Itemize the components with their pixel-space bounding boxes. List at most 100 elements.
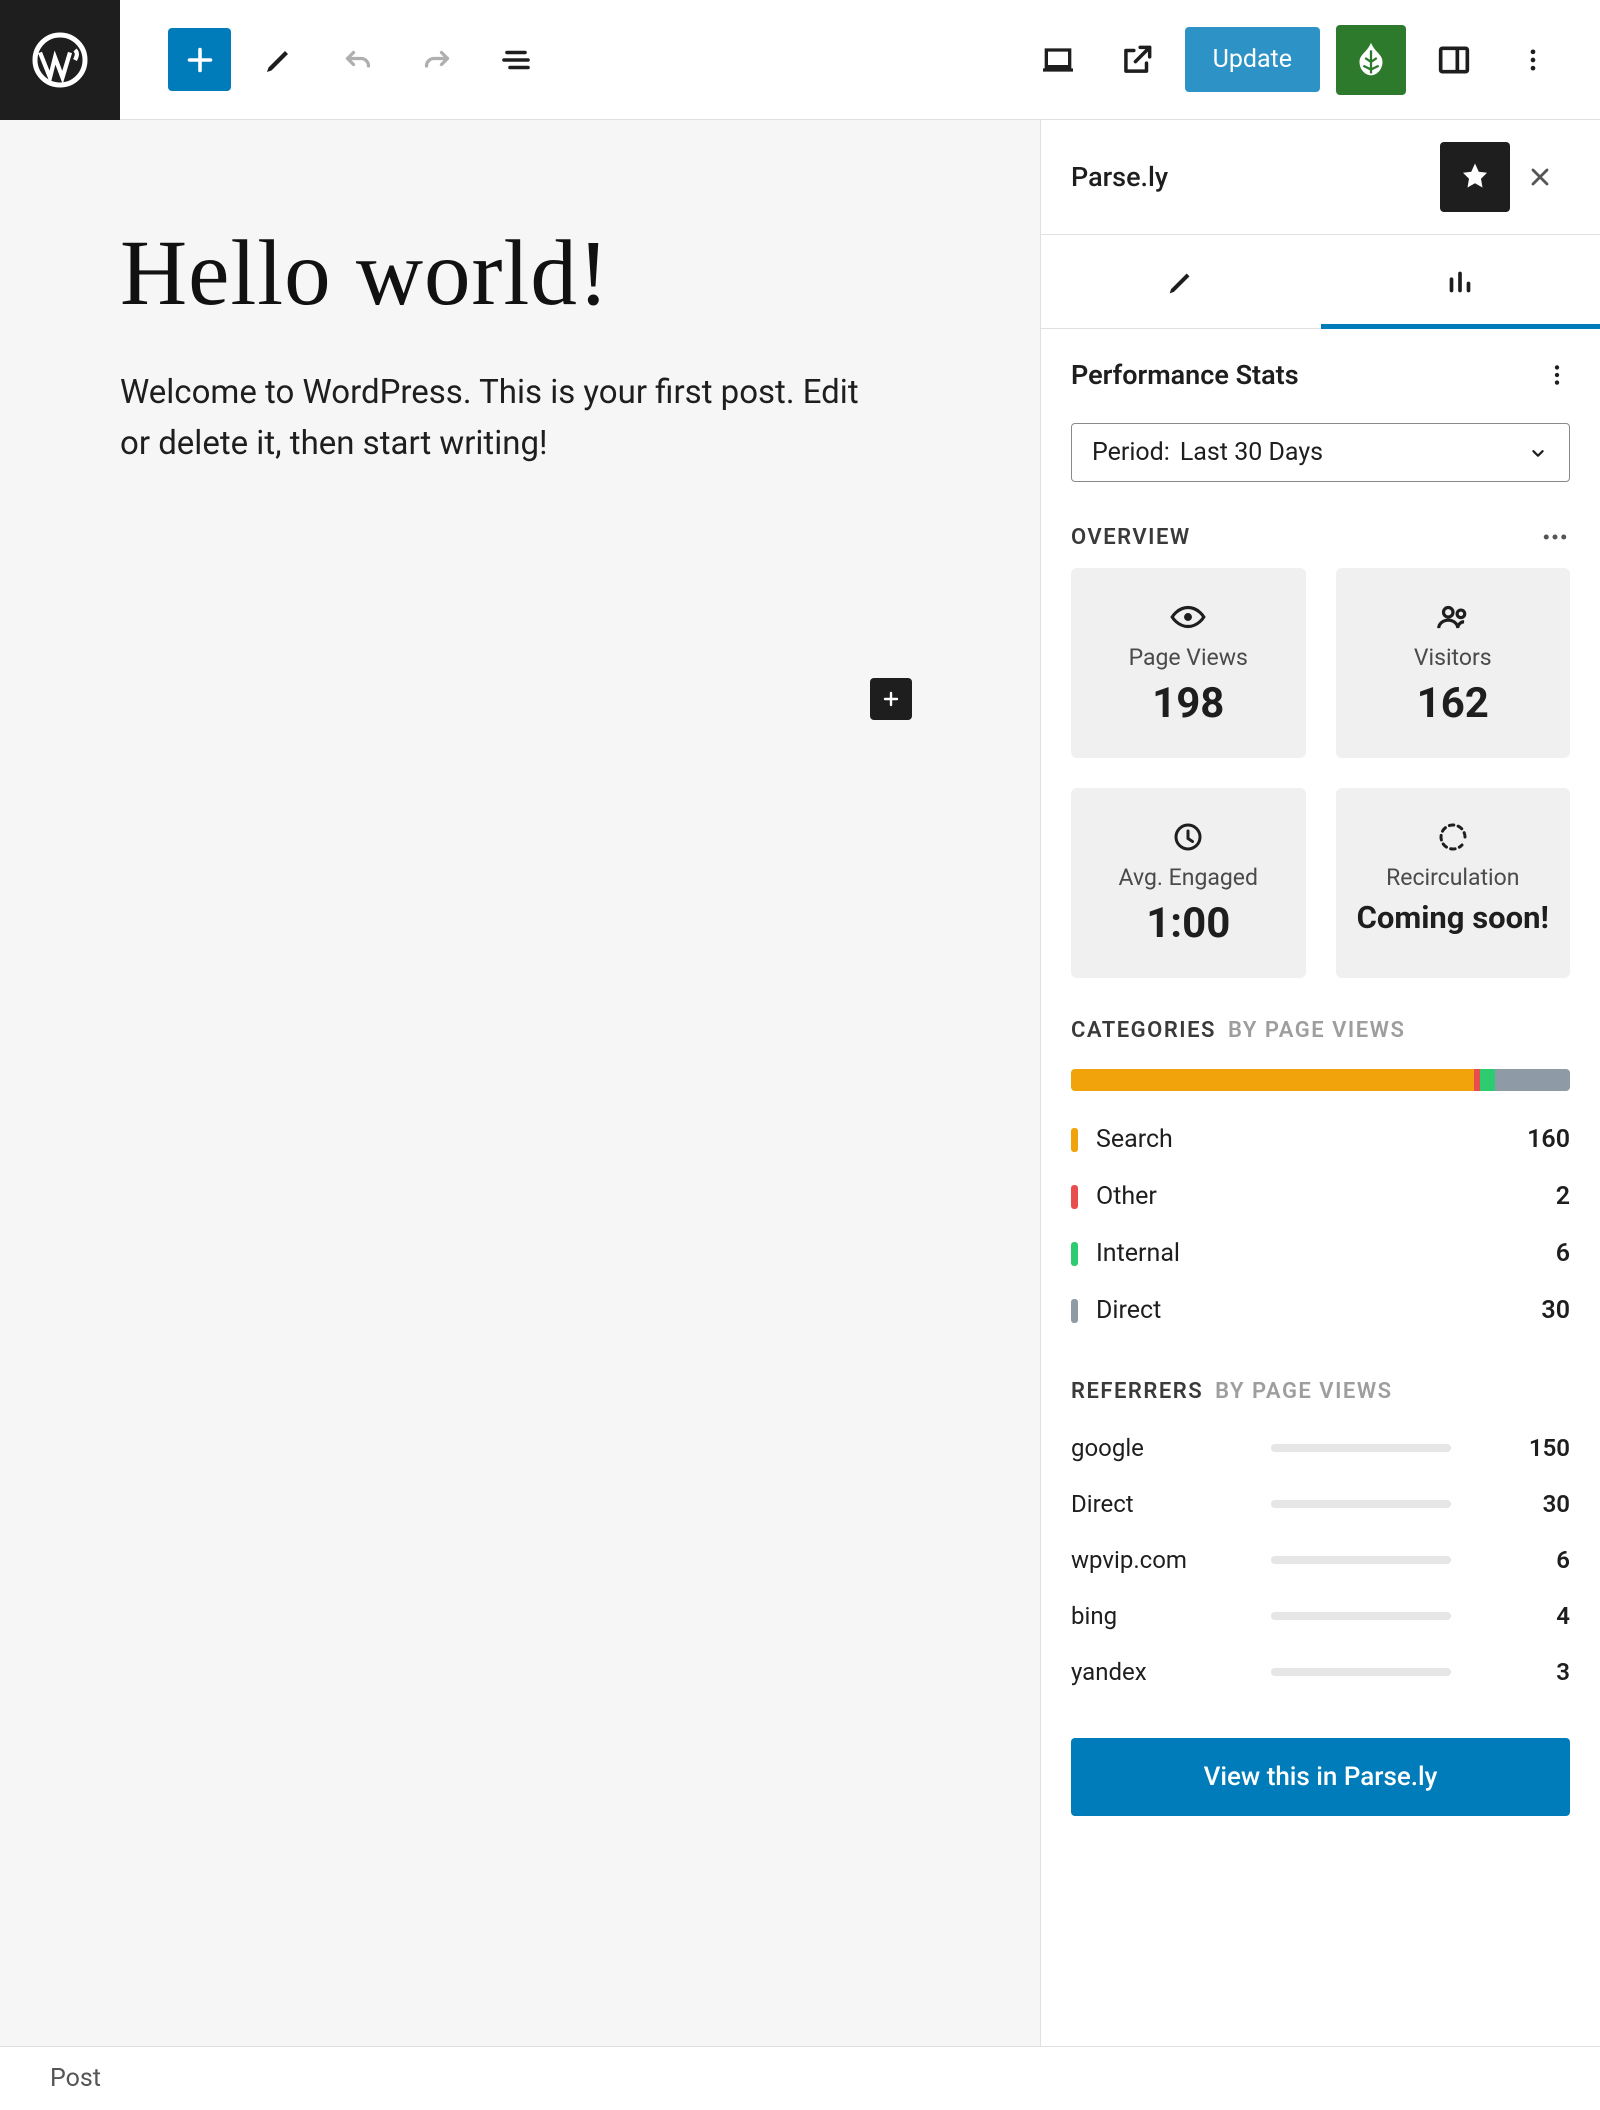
categories-sublabel: BY PAGE VIEWS (1228, 1018, 1405, 1043)
card-avg-engaged-label: Avg. Engaged (1119, 864, 1258, 891)
overview-label: OVERVIEW (1071, 525, 1191, 550)
category-chip (1071, 1299, 1078, 1323)
category-name: Search (1096, 1125, 1173, 1154)
meatballs-icon (1540, 522, 1570, 552)
period-label: Period: (1092, 438, 1170, 467)
card-visitors: Visitors 162 (1336, 568, 1571, 758)
category-value: 6 (1556, 1239, 1570, 1268)
card-page-views-value: 198 (1152, 679, 1224, 728)
referrer-name: google (1071, 1434, 1271, 1462)
more-options-button[interactable] (1501, 28, 1564, 91)
card-visitors-label: Visitors (1414, 644, 1492, 671)
refresh-icon (1435, 816, 1471, 858)
performance-stats-menu[interactable] (1544, 362, 1570, 388)
parsely-sidebar: Parse.ly Performance Stats (1040, 120, 1600, 2046)
referrer-value: 6 (1556, 1546, 1570, 1574)
kebab-icon (1519, 46, 1547, 74)
referrer-row: google 150 (1041, 1420, 1600, 1476)
undo-button[interactable] (326, 28, 389, 91)
category-row: Direct 30 (1041, 1282, 1600, 1339)
referrer-name: bing (1071, 1602, 1271, 1630)
category-name: Other (1096, 1182, 1157, 1211)
redo-icon (419, 42, 455, 78)
performance-stats-title: Performance Stats (1071, 359, 1299, 391)
period-value: Last 30 Days (1180, 438, 1323, 467)
list-icon (498, 42, 534, 78)
referrer-name: wpvip.com (1071, 1546, 1271, 1574)
plus-icon (879, 687, 903, 711)
card-recirculation-label: Recirculation (1386, 864, 1519, 891)
referrer-bar (1271, 1612, 1451, 1620)
update-button[interactable]: Update (1185, 27, 1320, 92)
category-chip (1071, 1242, 1078, 1266)
breadcrumb-item[interactable]: Post (50, 2064, 101, 2093)
parsely-plugin-button[interactable] (1336, 25, 1406, 95)
card-recirculation-value: Coming soon! (1357, 899, 1549, 936)
card-page-views: Page Views 198 (1071, 568, 1306, 758)
card-avg-engaged-value: 1:00 (1146, 899, 1230, 948)
referrers-label: REFERRERS (1071, 1379, 1203, 1404)
referrer-row: yandex 3 (1041, 1644, 1600, 1700)
close-icon (1526, 163, 1554, 191)
edit-tools-button[interactable] (247, 28, 310, 91)
post-title[interactable]: Hello world! (120, 220, 920, 327)
category-row: Search 160 (1041, 1111, 1600, 1168)
category-bar-segment (1071, 1069, 1474, 1091)
referrer-name: yandex (1071, 1658, 1271, 1686)
tab-stats[interactable] (1321, 235, 1600, 328)
referrers-sublabel: BY PAGE VIEWS (1215, 1379, 1392, 1404)
undo-icon (340, 42, 376, 78)
redo-button[interactable] (405, 28, 468, 91)
referrer-value: 150 (1529, 1434, 1570, 1462)
pencil-icon (261, 42, 297, 78)
pencil-icon (1164, 265, 1198, 299)
referrer-row: wpvip.com 6 (1041, 1532, 1600, 1588)
post-body[interactable]: Welcome to WordPress. This is your first… (120, 367, 880, 469)
referrer-value: 30 (1543, 1490, 1570, 1518)
plus-icon (182, 42, 218, 78)
clock-icon (1170, 816, 1206, 858)
categories-bar-chart (1071, 1069, 1570, 1091)
card-visitors-value: 162 (1417, 679, 1489, 728)
eye-icon (1169, 596, 1207, 638)
category-row: Other 2 (1041, 1168, 1600, 1225)
category-bar-segment (1480, 1069, 1495, 1091)
laptop-icon (1038, 40, 1078, 80)
overview-menu[interactable] (1540, 522, 1570, 552)
category-row: Internal 6 (1041, 1225, 1600, 1282)
categories-label: CATEGORIES (1071, 1018, 1216, 1043)
topbar: Update (0, 0, 1600, 120)
kebab-icon (1544, 362, 1570, 388)
wordpress-logo-button[interactable] (0, 0, 120, 120)
pin-sidebar-button[interactable] (1440, 142, 1510, 212)
view-in-parsely-button[interactable]: View this in Parse.ly (1071, 1738, 1570, 1816)
insert-block-button[interactable] (870, 678, 912, 720)
view-button[interactable] (1027, 28, 1090, 91)
referrer-name: Direct (1071, 1490, 1271, 1518)
open-external-button[interactable] (1106, 28, 1169, 91)
referrer-bar (1271, 1444, 1451, 1452)
panel-icon (1434, 40, 1474, 80)
referrer-bar (1271, 1556, 1451, 1564)
star-icon (1457, 159, 1493, 195)
card-recirculation: Recirculation Coming soon! (1336, 788, 1571, 978)
referrer-row: Direct 30 (1041, 1476, 1600, 1532)
document-overview-button[interactable] (484, 28, 547, 91)
category-name: Direct (1096, 1296, 1161, 1325)
category-value: 2 (1556, 1182, 1570, 1211)
editor-canvas[interactable]: Hello world! Welcome to WordPress. This … (0, 120, 1040, 2046)
close-sidebar-button[interactable] (1510, 163, 1570, 191)
card-page-views-label: Page Views (1129, 644, 1248, 671)
add-block-button[interactable] (168, 28, 231, 91)
referrer-bar (1271, 1668, 1451, 1676)
referrer-bar (1271, 1500, 1451, 1508)
category-value: 160 (1527, 1125, 1570, 1154)
footer-breadcrumb[interactable]: Post (0, 2046, 1600, 2110)
category-bar-segment (1495, 1069, 1570, 1091)
category-chip (1071, 1128, 1078, 1152)
period-select[interactable]: Period: Last 30 Days (1071, 423, 1570, 482)
sidebar-title: Parse.ly (1071, 161, 1168, 193)
tab-edit[interactable] (1041, 235, 1321, 328)
settings-sidebar-toggle[interactable] (1422, 28, 1485, 91)
external-link-icon (1118, 41, 1156, 79)
